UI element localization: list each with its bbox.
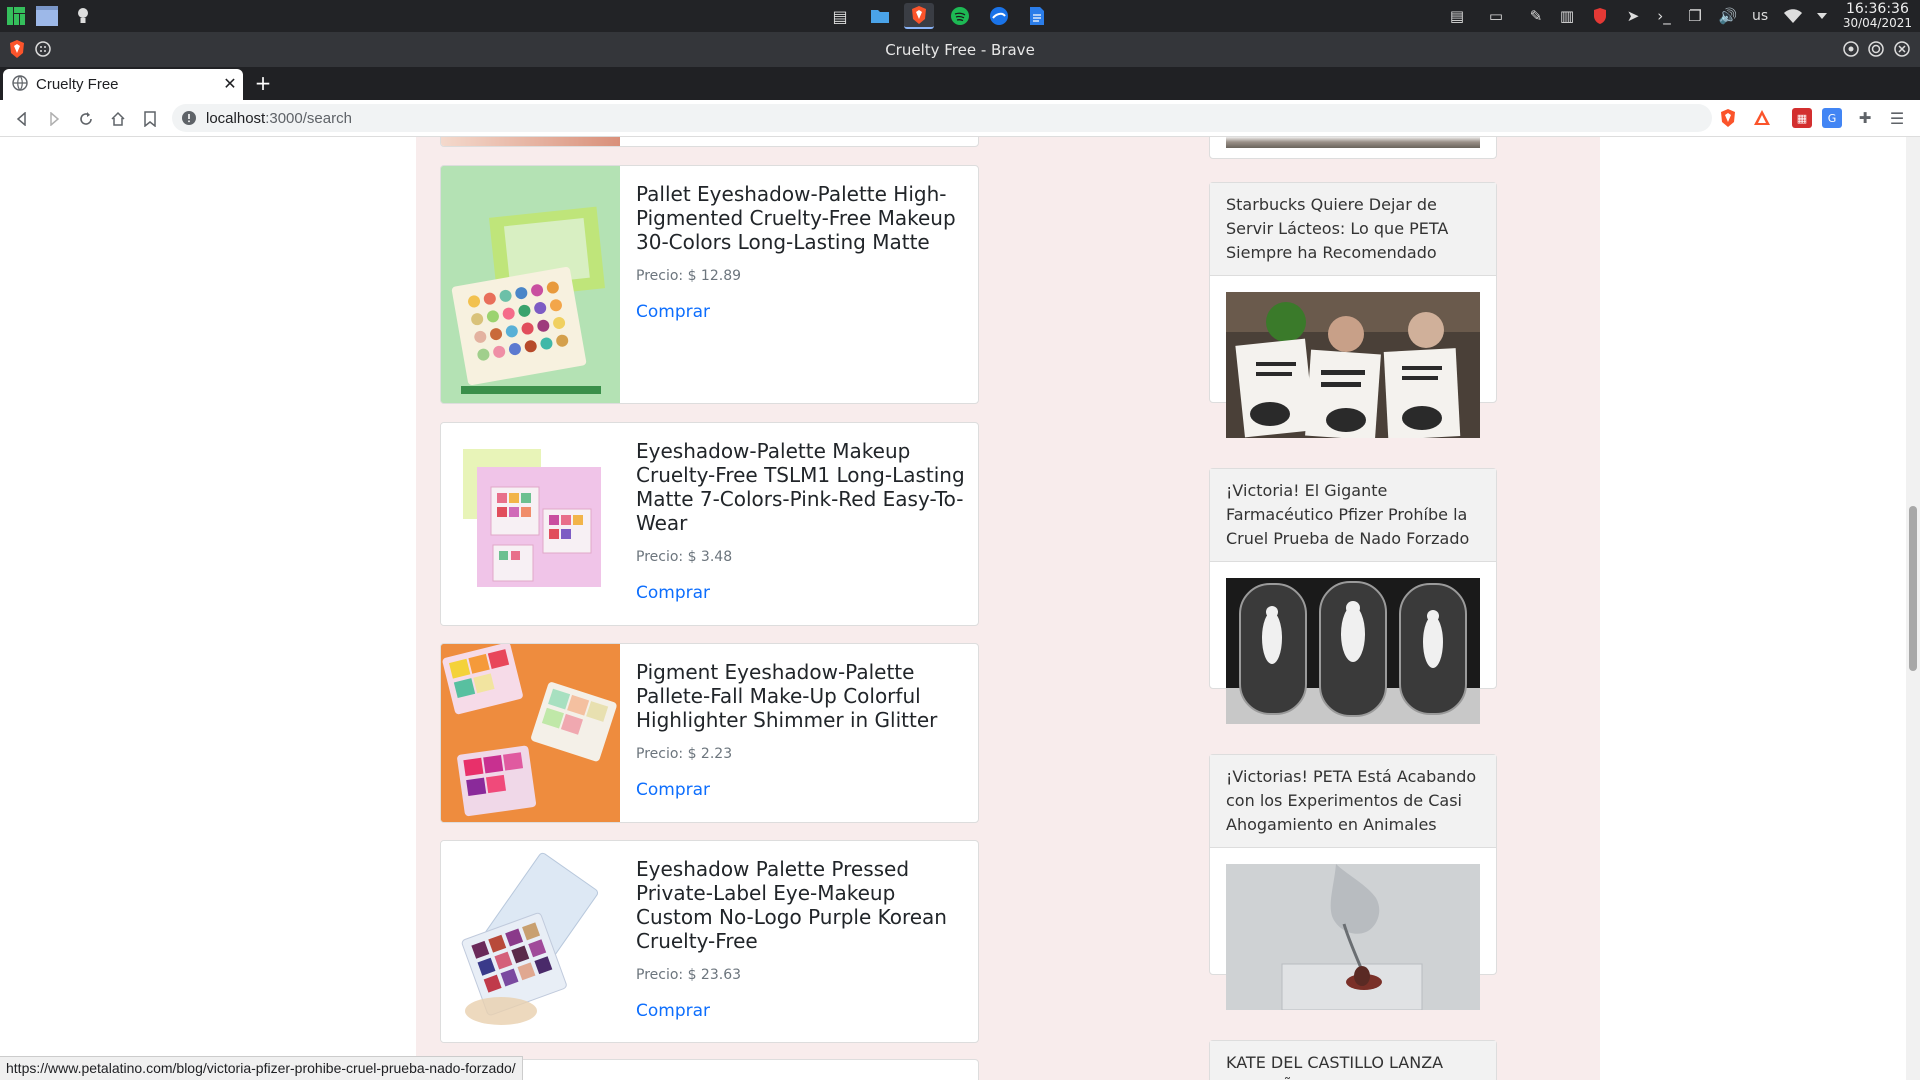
link-status-bar: https://www.petalatino.com/blog/victoria… <box>0 1056 523 1080</box>
chevron-down-icon[interactable] <box>1811 5 1833 27</box>
news-card[interactable]: ¡Victorias! PETA Está Acabando con los E… <box>1209 754 1497 1010</box>
browser-toolbar: localhost:3000/search ▦ G ✚ ☰ <box>0 100 1920 137</box>
page-scrollbar[interactable] <box>1906 137 1920 1080</box>
notes-app-icon[interactable]: ▤ <box>825 3 855 29</box>
scrollbar-thumb[interactable] <box>1909 506 1917 671</box>
product-card: Pallet Eyeshadow-Palette High-Pigmented … <box>440 165 979 404</box>
news-image[interactable] <box>1226 864 1480 1010</box>
window-titlebar: Cruelty Free - Brave <box>0 32 1920 67</box>
notification-tray-icon[interactable]: ✎ <box>1525 5 1547 27</box>
news-title[interactable]: ¡Victorias! PETA Está Acabando con los E… <box>1210 755 1496 848</box>
product-image <box>441 137 620 146</box>
product-body: Eyeshadow Palette Pressed Private-Label … <box>636 857 966 1021</box>
tab-strip: Cruelty Free ✕ + <box>0 67 1920 100</box>
product-card: Eyeshadow Palette Pressed Private-Label … <box>440 840 979 1043</box>
product-price: Precio: $ 2.23 <box>636 746 733 762</box>
product-body: Pigment Eyeshadow-Palette Pallete-Fall M… <box>636 660 966 800</box>
product-title: Eyeshadow-Palette Makeup Cruelty-Free TS… <box>636 439 965 535</box>
shield-tray-icon[interactable] <box>1589 5 1611 27</box>
url-path: :3000/search <box>265 110 352 127</box>
brave-app-icon[interactable] <box>904 3 934 29</box>
extensions-icon[interactable]: ✚ <box>1855 108 1875 128</box>
monitor-tray-icon[interactable]: ▥ <box>1556 5 1578 27</box>
volume-icon[interactable]: 🔊 <box>1717 5 1739 27</box>
bookmark-icon[interactable] <box>138 107 162 131</box>
news-image[interactable] <box>1226 578 1480 724</box>
minimize-icon[interactable] <box>1840 38 1862 60</box>
docs-app-icon[interactable] <box>1022 3 1052 29</box>
news-card[interactable]: KATE DEL CASTILLO LANZA CAMPAÑA ANTIVIOL… <box>1209 1040 1497 1080</box>
drive-tray-icon[interactable]: ▭ <box>1485 5 1507 27</box>
lightbulb-icon[interactable] <box>72 5 94 27</box>
brave-rewards-icon[interactable] <box>1752 108 1772 128</box>
desktop-pager-icon[interactable] <box>34 5 60 27</box>
url-text: localhost:3000/search <box>206 110 352 127</box>
buy-link[interactable]: Comprar <box>636 583 710 603</box>
thunderbird-app-icon[interactable] <box>984 3 1014 29</box>
terminal-tray-icon[interactable]: ›_ <box>1653 5 1675 27</box>
product-price: Precio: $ 12.89 <box>636 268 742 284</box>
product-image <box>441 841 620 1042</box>
tab-title: Cruelty Free <box>36 76 119 93</box>
clipboard-manager-tray-icon[interactable]: ❐ <box>1684 5 1706 27</box>
news-image[interactable] <box>1226 292 1480 438</box>
translate-extension-icon[interactable]: G <box>1822 108 1842 128</box>
news-title[interactable]: KATE DEL CASTILLO LANZA CAMPAÑA ANTIVIOL… <box>1210 1041 1496 1080</box>
product-image <box>441 644 620 822</box>
product-body: Eyeshadow-Palette Makeup Cruelty-Free TS… <box>636 439 966 603</box>
menu-icon[interactable]: ☰ <box>1887 108 1907 128</box>
product-price: Precio: $ 3.48 <box>636 549 733 565</box>
spotify-app-icon[interactable] <box>945 3 975 29</box>
manjaro-menu-icon[interactable] <box>4 5 28 27</box>
window-title: Cruelty Free - Brave <box>885 41 1035 59</box>
url-host: localhost <box>206 110 266 127</box>
product-price: Precio: $ 23.63 <box>636 967 742 983</box>
product-image <box>441 423 620 625</box>
new-tab-icon[interactable]: + <box>252 71 274 95</box>
product-body: Pallet Eyeshadow-Palette High-Pigmented … <box>636 182 966 322</box>
close-window-icon[interactable] <box>1891 38 1913 60</box>
close-tab-icon[interactable]: ✕ <box>221 74 239 93</box>
buy-link[interactable]: Comprar <box>636 302 710 322</box>
clipboard-tray-icon[interactable]: ▤ <box>1446 5 1468 27</box>
news-card[interactable]: ¡Victoria! El Gigante Farmacéutico Pfize… <box>1209 468 1497 724</box>
globe-icon <box>11 74 29 92</box>
site-info-icon[interactable] <box>180 107 198 129</box>
maximize-icon[interactable] <box>1865 38 1887 60</box>
clock[interactable]: 16:36:36 30/04/2021 <box>1843 2 1912 30</box>
system-taskbar: ▤ ▤ ▭ ✎ ▥ ➤ ›_ ❐ 🔊 us 16:36:36 30/04/202… <box>0 0 1920 32</box>
news-title[interactable]: ¡Victoria! El Gigante Farmacéutico Pfize… <box>1210 469 1496 562</box>
page-viewport: Pallet Eyeshadow-Palette High-Pigmented … <box>0 137 1920 1080</box>
back-icon[interactable] <box>10 107 34 131</box>
address-bar[interactable]: localhost:3000/search <box>172 104 1712 132</box>
news-card[interactable]: Starbucks Quiere Dejar de Servir Lácteos… <box>1209 182 1497 438</box>
product-card-partial <box>440 137 979 147</box>
brave-shields-icon[interactable] <box>1718 108 1738 128</box>
clock-date: 30/04/2021 <box>1842 16 1912 30</box>
extension-red-icon[interactable]: ▦ <box>1792 108 1812 128</box>
clock-time: 16:36:36 <box>1845 1 1909 17</box>
wifi-icon[interactable] <box>1782 5 1804 27</box>
product-title: Pigment Eyeshadow-Palette Pallete-Fall M… <box>636 660 938 732</box>
buy-link[interactable]: Comprar <box>636 1001 710 1021</box>
buy-link[interactable]: Comprar <box>636 780 710 800</box>
news-card-partial[interactable] <box>1209 137 1497 159</box>
product-title: Pallet Eyeshadow-Palette High-Pigmented … <box>636 182 956 254</box>
forward-icon[interactable] <box>42 107 66 131</box>
product-card: Eyeshadow-Palette Makeup Cruelty-Free TS… <box>440 422 979 626</box>
reload-icon[interactable] <box>74 107 98 131</box>
product-image <box>441 166 620 403</box>
news-image <box>1226 137 1480 148</box>
files-app-icon[interactable] <box>865 3 895 29</box>
tab-cruelty-free[interactable]: Cruelty Free ✕ <box>3 69 243 100</box>
news-title[interactable]: Starbucks Quiere Dejar de Servir Lácteos… <box>1210 183 1496 276</box>
telegram-tray-icon[interactable]: ➤ <box>1622 5 1644 27</box>
keyboard-layout[interactable]: us <box>1752 8 1768 24</box>
home-icon[interactable] <box>106 107 130 131</box>
product-card: Pigment Eyeshadow-Palette Pallete-Fall M… <box>440 643 979 823</box>
product-title: Eyeshadow Palette Pressed Private-Label … <box>636 857 947 953</box>
